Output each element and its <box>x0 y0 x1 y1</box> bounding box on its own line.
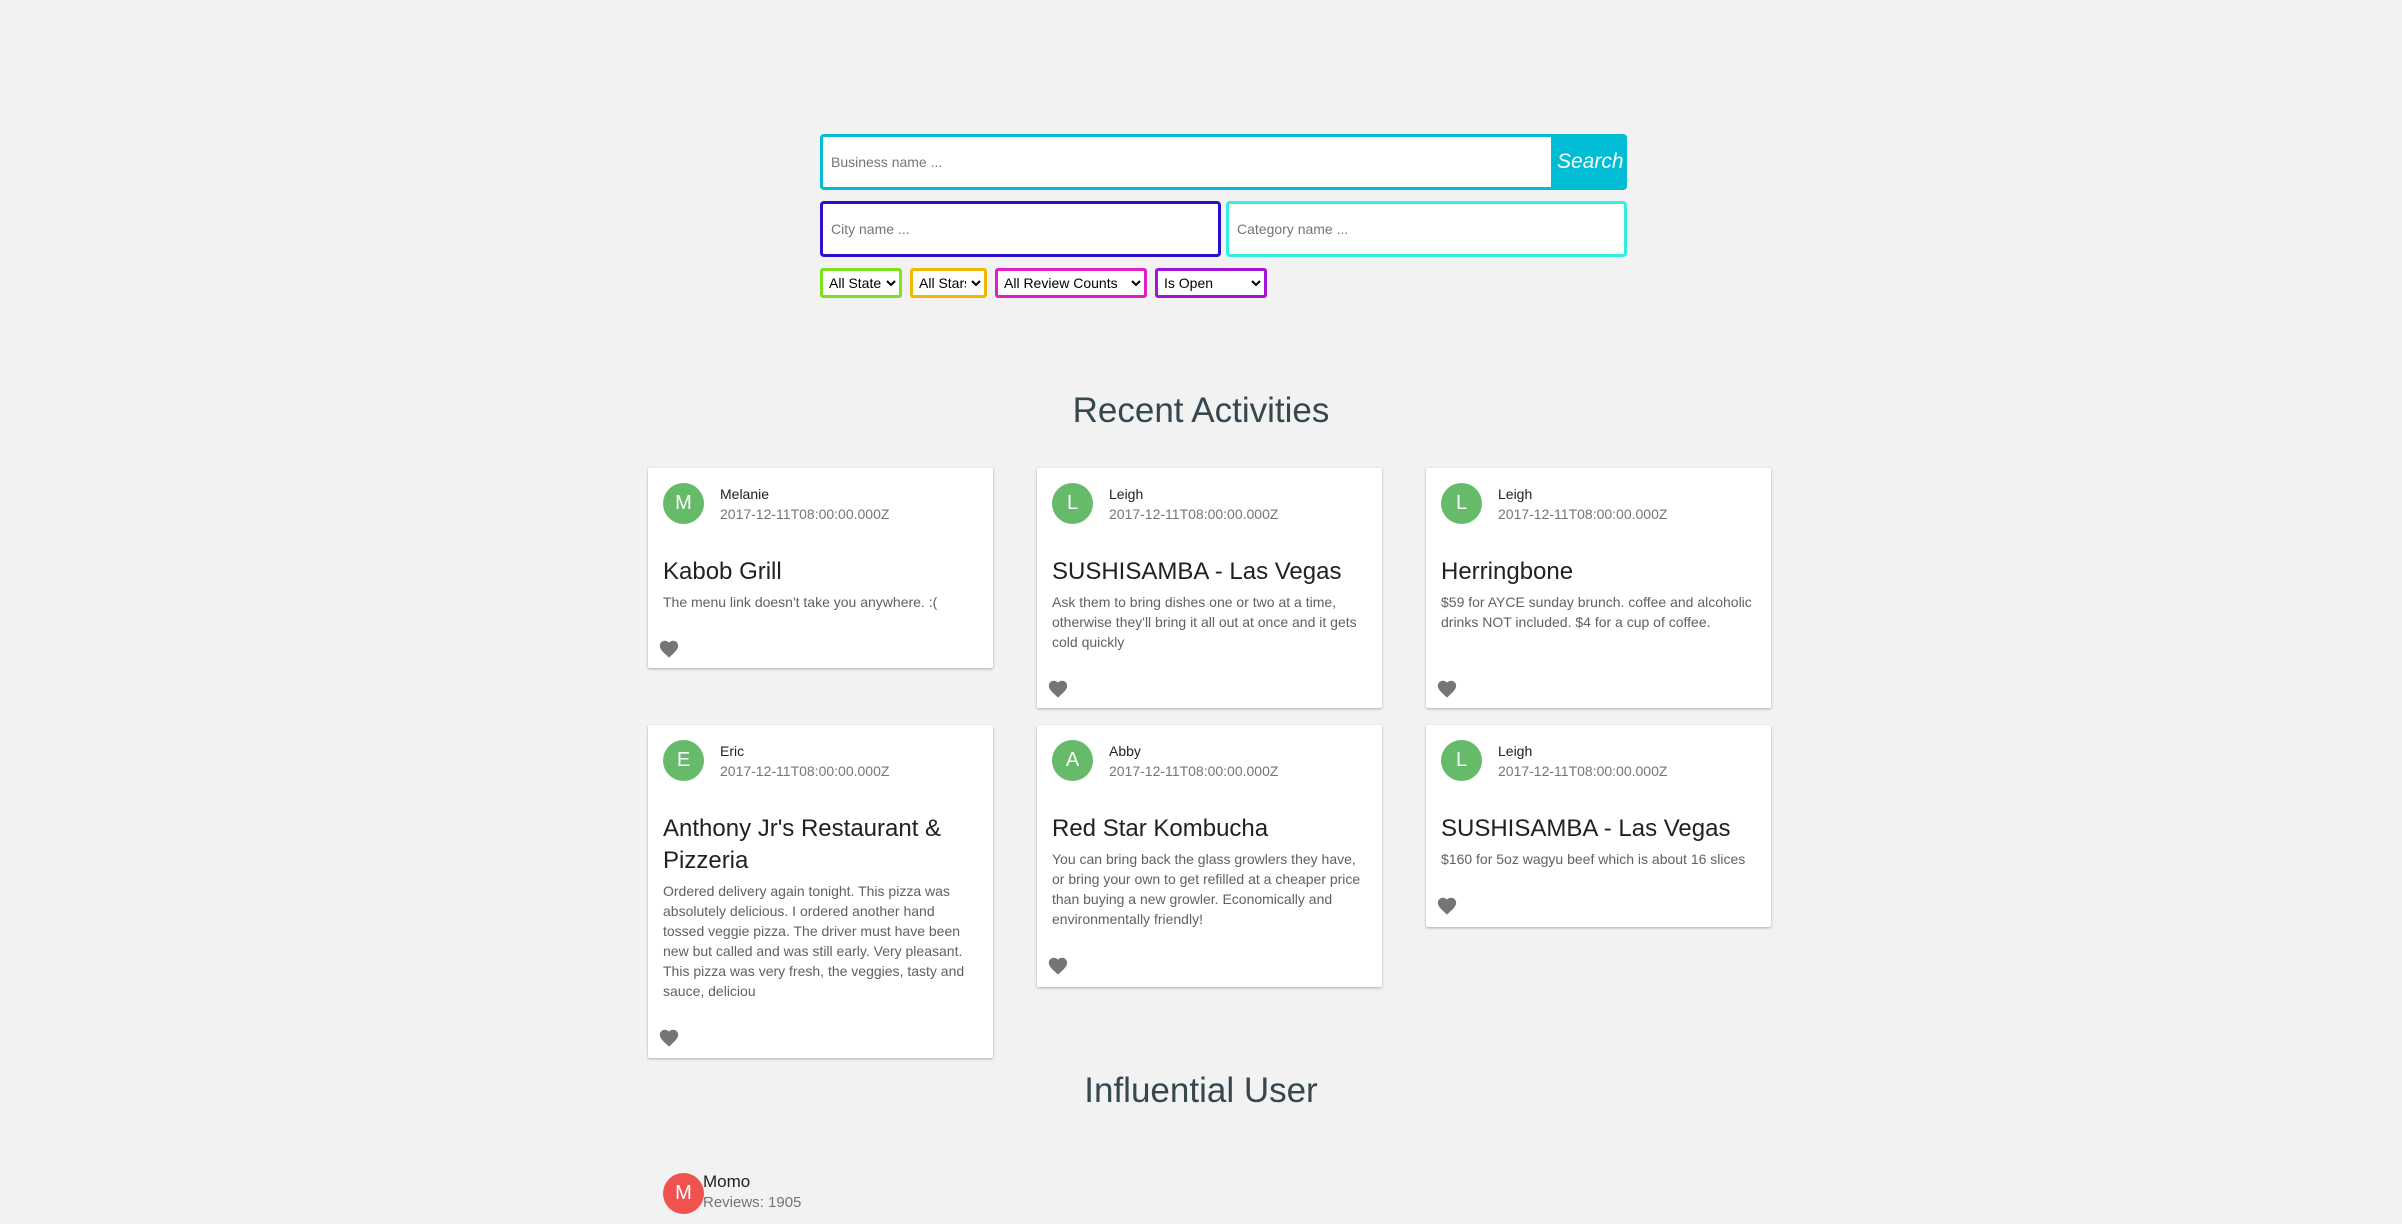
user-name: Abby <box>1109 743 1141 759</box>
avatar: M <box>663 483 704 524</box>
review-text: Ask them to bring dishes one or two at a… <box>1052 594 1357 650</box>
category-name-input[interactable] <box>1226 201 1627 257</box>
is-open-select[interactable]: Is Open <box>1155 268 1267 298</box>
activity-card: A Abby 2017-12-11T08:00:00.000Z Red Star… <box>1037 725 1382 987</box>
activity-card: L Leigh 2017-12-11T08:00:00.000Z Herring… <box>1426 468 1771 708</box>
user-name: Melanie <box>720 486 770 502</box>
state-select[interactable]: All States <box>820 268 902 298</box>
avatar: L <box>1441 740 1482 781</box>
activity-card: M Melanie 2017-12-11T08:00:00.000Z Kabob… <box>648 468 993 668</box>
review-count-select[interactable]: All Review Counts <box>995 268 1147 298</box>
activity-date: 2017-12-11T08:00:00.000Z <box>1109 506 1279 522</box>
business-search-bar: Search <box>820 134 1627 190</box>
review-text: $160 for 5oz wagyu beef which is about 1… <box>1441 851 1746 867</box>
activity-date: 2017-12-11T08:00:00.000Z <box>1109 763 1279 779</box>
business-name[interactable]: Anthony Jr's Restaurant & Pizzeria <box>663 813 978 877</box>
activity-date: 2017-12-11T08:00:00.000Z <box>1498 763 1668 779</box>
review-text: The menu link doesn't take you anywhere.… <box>663 594 938 610</box>
avatar: L <box>1052 483 1093 524</box>
search-button[interactable]: Search <box>1551 134 1627 190</box>
heart-icon[interactable] <box>658 638 680 660</box>
business-name[interactable]: Red Star Kombucha <box>1052 813 1367 845</box>
review-text: $59 for AYCE sunday brunch. coffee and a… <box>1441 594 1752 630</box>
activity-date: 2017-12-11T08:00:00.000Z <box>720 763 890 779</box>
city-name-input[interactable] <box>820 201 1221 257</box>
review-text: Ordered delivery again tonight. This piz… <box>663 883 965 999</box>
business-name[interactable]: SUSHISAMBA - Las Vegas <box>1441 813 1756 845</box>
avatar: A <box>1052 740 1093 781</box>
heart-icon[interactable] <box>1436 895 1458 917</box>
avatar: M <box>663 1173 704 1214</box>
avatar: L <box>1441 483 1482 524</box>
activity-date: 2017-12-11T08:00:00.000Z <box>720 506 890 522</box>
heart-icon[interactable] <box>658 1027 680 1049</box>
activity-card: L Leigh 2017-12-11T08:00:00.000Z SUSHISA… <box>1037 468 1382 708</box>
review-text: You can bring back the glass growlers th… <box>1052 851 1361 927</box>
stars-select[interactable]: All Stars <box>910 268 987 298</box>
filter-bar: All States All Stars All Review Counts I… <box>820 268 1267 298</box>
heart-icon[interactable] <box>1047 955 1069 977</box>
user-name: Leigh <box>1109 486 1144 502</box>
business-name[interactable]: SUSHISAMBA - Las Vegas <box>1052 556 1367 588</box>
influential-user-title: Influential User <box>1084 1071 1318 1110</box>
business-name[interactable]: Herringbone <box>1441 556 1756 588</box>
activity-card: L Leigh 2017-12-11T08:00:00.000Z SUSHISA… <box>1426 725 1771 927</box>
recent-activities-title: Recent Activities <box>1072 391 1330 430</box>
user-name: Eric <box>720 743 745 759</box>
heart-icon[interactable] <box>1436 678 1458 700</box>
business-name-input[interactable] <box>820 134 1551 190</box>
activity-card: E Eric 2017-12-11T08:00:00.000Z Anthony … <box>648 725 993 1058</box>
avatar: E <box>663 740 704 781</box>
user-name: Leigh <box>1498 486 1533 502</box>
activity-date: 2017-12-11T08:00:00.000Z <box>1498 506 1668 522</box>
influential-user-reviews: Reviews: 1905 <box>703 1194 802 1211</box>
heart-icon[interactable] <box>1047 678 1069 700</box>
user-name: Leigh <box>1498 743 1533 759</box>
business-name[interactable]: Kabob Grill <box>663 556 978 588</box>
influential-user-name[interactable]: Momo <box>703 1172 750 1192</box>
